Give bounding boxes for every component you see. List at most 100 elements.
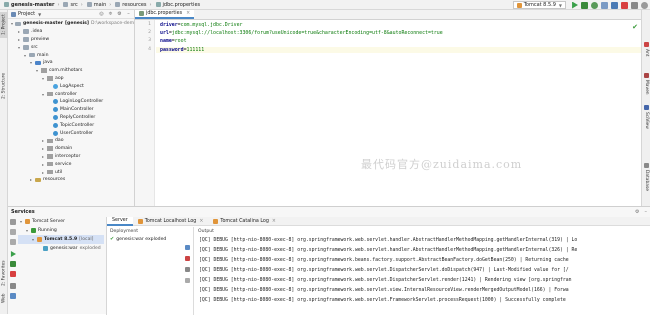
tab-structure[interactable]: 2: Structure — [0, 70, 8, 102]
chevron-right-icon[interactable]: ▸ — [17, 37, 21, 42]
tree-node[interactable]: ▸ .idea — [8, 28, 134, 36]
service-node[interactable]: ▾ Running — [18, 226, 104, 235]
run-icon[interactable] — [572, 1, 578, 9]
chevron-down-icon[interactable]: ▾ — [17, 45, 21, 50]
code-line[interactable]: name=root — [160, 38, 187, 44]
build-icon[interactable] — [611, 1, 618, 9]
tab-maven[interactable]: Maven — [642, 70, 650, 98]
tab-web[interactable]: Web — [0, 292, 8, 304]
undeploy-icon[interactable] — [185, 256, 190, 261]
service-node-label: genesis:war — [50, 246, 78, 251]
service-node-extra: [local] — [79, 237, 94, 242]
tree-node[interactable]: TopicController — [8, 121, 134, 129]
code-line[interactable]: password=111111 — [156, 46, 641, 53]
chevron-right-icon[interactable]: ▸ — [41, 170, 45, 175]
chevron-down-icon[interactable]: ▾ — [26, 228, 30, 233]
service-node[interactable]: ▾ Tomcat Server — [18, 217, 104, 226]
tree-node[interactable]: ▾ main — [8, 51, 134, 59]
chevron-down-icon[interactable]: ▾ — [41, 76, 45, 81]
chevron-down-icon[interactable]: ▾ — [11, 21, 13, 26]
chevron-down-icon[interactable]: ▾ — [23, 53, 27, 58]
tab-ant[interactable]: Ant — [642, 38, 650, 60]
tree-node[interactable]: ▸ interceptor — [8, 153, 134, 161]
chevron-right-icon[interactable]: ▸ — [41, 162, 45, 167]
tree-node[interactable]: ▾ src — [8, 43, 134, 51]
breadcrumb-item[interactable]: main › — [85, 2, 114, 8]
chevron-down-icon[interactable]: ▾ — [41, 92, 45, 97]
tree-node[interactable]: ReplyController — [8, 114, 134, 122]
project-structure-icon[interactable] — [631, 1, 638, 9]
tree-node[interactable]: ▾ aop — [8, 75, 134, 83]
code-line[interactable]: driver=com.mysql.jdbc.Driver — [160, 22, 242, 28]
chevron-right-icon[interactable]: ▸ — [29, 177, 33, 182]
editor-tab-jdbc-properties[interactable]: jdbc.properties × — [135, 10, 195, 19]
run-config-label: Tomcat 8.5.9 — [523, 2, 556, 8]
tab-tomcat-localhost-log[interactable]: Tomcat Localhost Log × — [133, 217, 209, 226]
chevron-down-icon[interactable]: ▾ — [20, 219, 24, 224]
tree-node[interactable]: ▸ domain — [8, 145, 134, 153]
gear-icon[interactable]: ⚙ — [117, 11, 122, 17]
tree-node[interactable]: UserController — [8, 129, 134, 137]
tree-node[interactable]: ▾ com.mithotars — [8, 67, 134, 75]
service-node[interactable]: genesis:war exploded — [18, 244, 104, 253]
hide-icon[interactable]: – — [126, 11, 131, 17]
tree-node[interactable]: LoginLogController — [8, 98, 134, 106]
chevron-down-icon[interactable]: ▾ — [35, 68, 39, 73]
filter-icon[interactable] — [10, 283, 16, 289]
breadcrumb-item[interactable]: src › — [61, 2, 84, 8]
locate-icon[interactable]: ◎ — [99, 11, 104, 17]
breadcrumb-item[interactable]: resources › — [113, 2, 153, 8]
tab-tomcat-catalina-log[interactable]: Tomcat Catalina Log × — [208, 217, 281, 226]
gear-icon[interactable]: ⚙ — [635, 209, 639, 215]
chevron-down-icon[interactable]: ▾ — [32, 237, 36, 242]
breadcrumb-item[interactable]: jdbc.properties — [154, 2, 203, 8]
collapse-icon[interactable]: ≑ — [108, 11, 113, 17]
tree-node[interactable]: ▾ genesis-master [genesis] D:\workspace-dem — [8, 20, 134, 28]
profile-icon[interactable] — [601, 1, 608, 9]
redeploy-icon[interactable] — [185, 267, 190, 272]
add-icon[interactable] — [10, 293, 16, 299]
tree-node[interactable]: MainController — [8, 106, 134, 114]
close-icon[interactable]: × — [199, 219, 203, 224]
coverage-icon[interactable] — [591, 1, 598, 9]
close-icon[interactable]: × — [186, 11, 190, 16]
debug-icon[interactable] — [10, 261, 16, 267]
run-config-selector[interactable]: Tomcat 8.5.9 ▼ — [512, 1, 566, 9]
tree-node[interactable]: LogAspect — [8, 82, 134, 90]
tab-database[interactable]: Database — [642, 160, 650, 194]
tree-node[interactable]: ▾ java — [8, 59, 134, 67]
output-pane[interactable]: Output [QC] DEBUG [http-nio-8080-exec-8]… — [195, 227, 650, 315]
hide-icon[interactable]: – — [645, 209, 648, 215]
service-node[interactable]: ▾ Tomcat 8.5.9 [local] — [18, 235, 104, 244]
chevron-right-icon[interactable]: ▸ — [41, 138, 45, 143]
deploy-icon[interactable] — [185, 245, 190, 250]
stop-icon[interactable] — [10, 271, 16, 277]
debug-icon[interactable] — [581, 1, 588, 9]
chevron-down-icon[interactable]: ▾ — [29, 60, 33, 65]
tab-project[interactable]: 1: Project — [0, 12, 8, 38]
tab-favorites[interactable]: 2: Favorites — [0, 258, 8, 288]
chevron-right-icon[interactable]: ▸ — [17, 29, 21, 34]
chevron-right-icon[interactable]: ▸ — [41, 146, 45, 151]
tree-node[interactable]: ▾ controller — [8, 90, 134, 98]
run-icon[interactable] — [10, 251, 16, 257]
breadcrumb-item[interactable]: genesis-master › — [2, 2, 61, 8]
code-line[interactable]: url=jdbc:mysql://localhost:3306/forum?us… — [160, 30, 443, 36]
deployment-item[interactable]: ✔ genesis:war exploded — [107, 235, 193, 243]
tree-node[interactable]: ▸ preview — [8, 36, 134, 44]
refresh-icon[interactable] — [10, 219, 16, 225]
tree-node[interactable]: ▸ dao — [8, 137, 134, 145]
tree-node[interactable]: ▸ service — [8, 160, 134, 168]
stop-icon[interactable] — [621, 1, 628, 9]
expand-all-icon[interactable] — [10, 229, 16, 235]
close-icon[interactable]: × — [272, 219, 276, 224]
chevron-right-icon[interactable]: ▸ — [41, 154, 45, 159]
search-icon[interactable] — [641, 1, 648, 9]
tab-server[interactable]: Server — [107, 216, 133, 226]
collapse-all-icon[interactable] — [10, 239, 16, 245]
project-view-selector[interactable]: Project ▼ — [11, 11, 41, 17]
tree-node[interactable]: ▸ resources — [8, 176, 134, 184]
tree-node[interactable]: ▸ util — [8, 168, 134, 176]
tab-sciview[interactable]: SciView — [642, 102, 650, 132]
edit-icon[interactable] — [185, 278, 190, 283]
